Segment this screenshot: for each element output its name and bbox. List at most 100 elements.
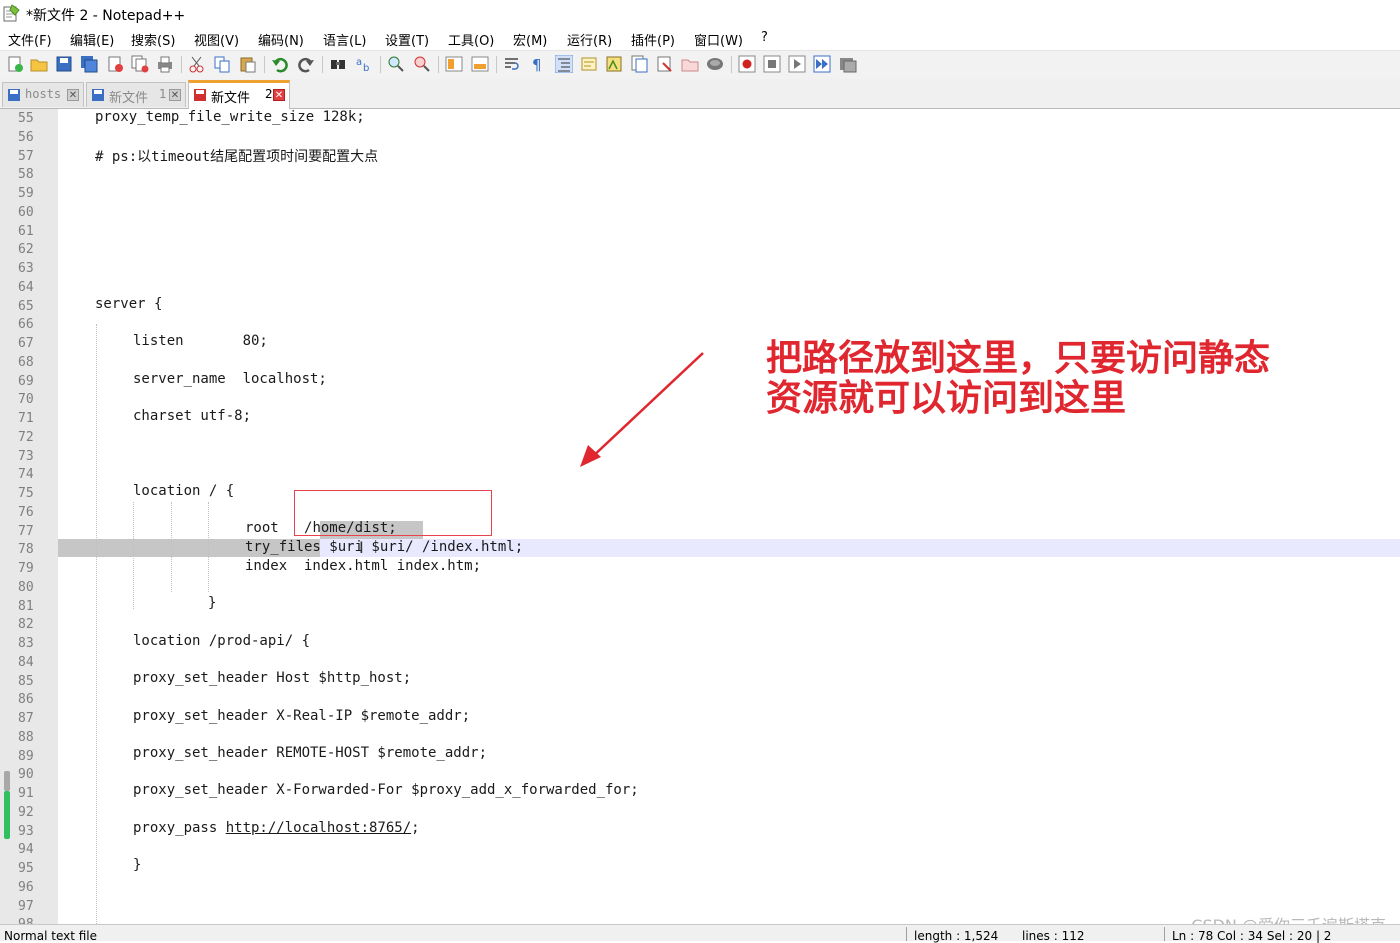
toolbar-separator	[322, 56, 323, 73]
close-file-icon[interactable]	[106, 55, 124, 73]
menu-tools[interactable]: 工具(O)	[448, 30, 494, 49]
user-language-icon[interactable]	[580, 55, 598, 73]
play-macro-icon[interactable]	[788, 55, 806, 73]
annotation-line-1: 把路径放到这里，只要访问静态	[766, 338, 1271, 379]
line-number: 61	[18, 223, 34, 239]
line-number: 91	[18, 786, 34, 801]
code-token: proxy_pass	[133, 820, 226, 836]
zoom-in-icon[interactable]	[387, 55, 405, 73]
open-file-icon[interactable]	[30, 55, 48, 73]
tab-bar: hosts ✕ 新文件 1 ✕ 新文件 2 ✕	[0, 79, 1400, 110]
line-number: 72	[18, 429, 34, 445]
paste-icon[interactable]	[239, 55, 257, 73]
menu-help[interactable]: ?	[761, 30, 768, 45]
line-number: 80	[18, 579, 34, 595]
tab-label: hosts	[25, 87, 62, 101]
tab-close-icon[interactable]: ✕	[169, 89, 181, 101]
menu-file[interactable]: 文件(F)	[8, 30, 52, 49]
annotation-callout: 把路径放到这里，只要访问静态 资源就可以访问到这里	[766, 339, 1270, 419]
menu-run[interactable]: 运行(R)	[567, 30, 612, 49]
menu-language[interactable]: 语言(L)	[323, 30, 366, 49]
function-list-icon[interactable]	[630, 55, 648, 73]
save-icon[interactable]	[55, 55, 73, 73]
zoom-out-icon[interactable]	[413, 55, 431, 73]
code-url-link[interactable]: http://localhost:8765/	[226, 820, 411, 836]
folder-workspace-icon[interactable]	[656, 55, 674, 73]
annotation-arrow-icon	[580, 352, 704, 467]
line-number: 92	[18, 804, 34, 820]
indent-guide-icon[interactable]	[555, 55, 573, 73]
status-file-type: Normal text file	[4, 929, 98, 943]
tab-new-file-2[interactable]: 新文件 2 ✕	[188, 80, 290, 110]
save-all-icon[interactable]	[80, 55, 98, 73]
sync-horizontal-icon[interactable]	[471, 55, 489, 73]
line-number: 85	[18, 673, 34, 689]
close-all-icon[interactable]	[131, 55, 149, 73]
redo-icon[interactable]	[297, 55, 315, 73]
word-wrap-icon[interactable]	[503, 55, 521, 73]
replace-icon[interactable]: ab	[355, 55, 373, 73]
menu-bar: 文件(F) 编辑(E) 搜索(S) 视图(V) 编码(N) 语言(L) 设置(T…	[0, 28, 1400, 50]
line-number: 74	[18, 467, 34, 483]
change-history-marker	[4, 791, 10, 839]
tab-hosts[interactable]: hosts ✕	[2, 82, 84, 107]
record-macro-icon[interactable]	[738, 55, 756, 73]
code-line: proxy_set_header X-Forwarded-For $proxy_…	[133, 782, 639, 798]
code-line: proxy_set_header REMOTE-HOST $remote_add…	[133, 745, 488, 761]
undo-icon[interactable]	[271, 55, 289, 73]
tab-close-icon[interactable]: ✕	[67, 89, 79, 101]
menu-window[interactable]: 窗口(W)	[694, 30, 743, 49]
save-macro-icon[interactable]	[839, 55, 857, 73]
line-number: 60	[18, 204, 34, 220]
tab-new-file-1[interactable]: 新文件 1 ✕	[86, 82, 186, 107]
code-line: proxy_temp_file_write_size 128k;	[95, 109, 365, 125]
run-macro-multiple-icon[interactable]	[813, 55, 831, 73]
monitoring-icon[interactable]	[706, 55, 724, 73]
line-number: 66	[18, 317, 34, 333]
print-icon[interactable]	[156, 55, 174, 73]
find-icon[interactable]	[329, 55, 347, 73]
line-number: 58	[18, 167, 34, 183]
line-number: 75	[18, 486, 34, 501]
stop-macro-icon[interactable]	[763, 55, 781, 73]
line-number: 89	[18, 748, 34, 764]
menu-encoding[interactable]: 编码(N)	[258, 30, 304, 49]
tab-label: 新文件	[109, 91, 149, 106]
status-divider	[906, 927, 907, 941]
line-number: 93	[18, 823, 34, 839]
folder-icon[interactable]	[681, 55, 699, 73]
line-number-gutter: 55 56 57 58 59 60 61 62 63 64 65 66 67 68 69 70 71 72 73 74…	[0, 109, 58, 932]
svg-text:a: a	[356, 57, 362, 68]
code-line: server_name localhost;	[133, 371, 327, 387]
cut-icon[interactable]	[188, 55, 206, 73]
line-number: 95	[18, 861, 34, 876]
line-number: 64	[18, 279, 34, 295]
line-number: 70	[18, 392, 34, 408]
copy-icon[interactable]	[213, 55, 231, 73]
new-file-icon[interactable]	[6, 55, 24, 73]
toolbar-separator	[438, 56, 439, 73]
status-bar: Normal text file length : 1,524 lines : …	[0, 924, 1400, 943]
tab-close-icon[interactable]: ✕	[273, 89, 285, 101]
menu-plugins[interactable]: 插件(P)	[631, 30, 675, 49]
line-number: 78	[18, 542, 34, 558]
menu-settings[interactable]: 设置(T)	[385, 30, 429, 49]
code-editor[interactable]: proxy_temp_file_write_size 128k; # ps:以t…	[58, 109, 1400, 924]
show-all-chars-icon[interactable]: ¶	[529, 55, 547, 73]
sync-vertical-icon[interactable]	[445, 55, 463, 73]
document-map-icon[interactable]	[605, 55, 623, 73]
svg-text:b: b	[363, 63, 369, 73]
status-divider	[1164, 927, 1165, 941]
line-number: 82	[18, 617, 34, 633]
menu-edit[interactable]: 编辑(E)	[70, 30, 114, 49]
menu-macro[interactable]: 宏(M)	[513, 30, 547, 49]
code-line: charset utf-8;	[133, 408, 252, 424]
line-number: 68	[18, 354, 34, 370]
line-number: 59	[18, 186, 34, 201]
indent-guide	[171, 502, 172, 592]
tab-number: 2	[265, 87, 273, 101]
line-number: 77	[18, 523, 34, 539]
menu-view[interactable]: 视图(V)	[194, 30, 239, 49]
menu-search[interactable]: 搜索(S)	[131, 30, 175, 49]
line-number: 56	[18, 129, 34, 145]
